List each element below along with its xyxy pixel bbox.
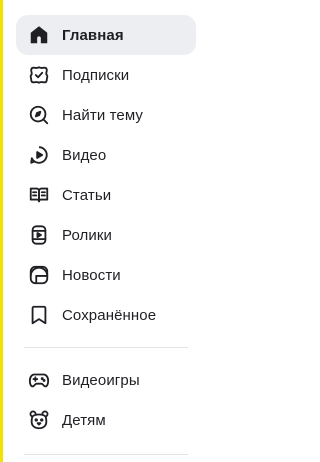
sidebar-item-articles[interactable]: Статьи — [16, 175, 196, 215]
section-divider — [24, 454, 188, 455]
sidebar-item-label: Ролики — [62, 226, 113, 244]
sidebar-item-news[interactable]: Новости — [16, 255, 196, 295]
sidebar-item-shorts[interactable]: Ролики — [16, 215, 196, 255]
news-icon — [28, 264, 50, 286]
articles-icon — [28, 184, 50, 206]
subscriptions-icon — [28, 64, 50, 86]
explore-icon — [28, 104, 50, 126]
sidebar-item-video[interactable]: Видео — [16, 135, 196, 175]
sidebar-frame: Главная Подписки Найти тему Видео Статьи… — [0, 0, 247, 462]
sidebar-item-label: Статьи — [62, 186, 112, 204]
home-icon — [28, 24, 50, 46]
bookmark-icon — [28, 304, 50, 326]
sidebar-nav: Главная Подписки Найти тему Видео Статьи… — [16, 15, 196, 440]
video-icon — [28, 144, 50, 166]
sidebar-item-subscriptions[interactable]: Подписки — [16, 55, 196, 95]
gamepad-icon — [28, 369, 50, 391]
sidebar-item-explore[interactable]: Найти тему — [16, 95, 196, 135]
sidebar-item-kids[interactable]: Детям — [16, 400, 196, 440]
sidebar-item-label: Найти тему — [62, 106, 143, 124]
sidebar-item-home[interactable]: Главная — [16, 15, 196, 55]
sidebar-item-label: Видео — [62, 146, 107, 164]
sidebar-item-saved[interactable]: Сохранённое — [16, 295, 196, 335]
section-divider — [24, 347, 188, 348]
sidebar-item-label: Видеоигры — [62, 371, 140, 389]
sidebar-item-label: Новости — [62, 266, 121, 284]
sidebar-item-videogames[interactable]: Видеоигры — [16, 360, 196, 400]
sidebar-item-label: Детям — [62, 411, 106, 429]
sidebar-item-label: Подписки — [62, 66, 130, 84]
kids-bear-icon — [28, 409, 50, 431]
accent-bar — [0, 0, 3, 462]
shorts-icon — [28, 224, 50, 246]
sidebar-item-label: Сохранённое — [62, 306, 157, 324]
sidebar-item-label: Главная — [62, 26, 124, 44]
